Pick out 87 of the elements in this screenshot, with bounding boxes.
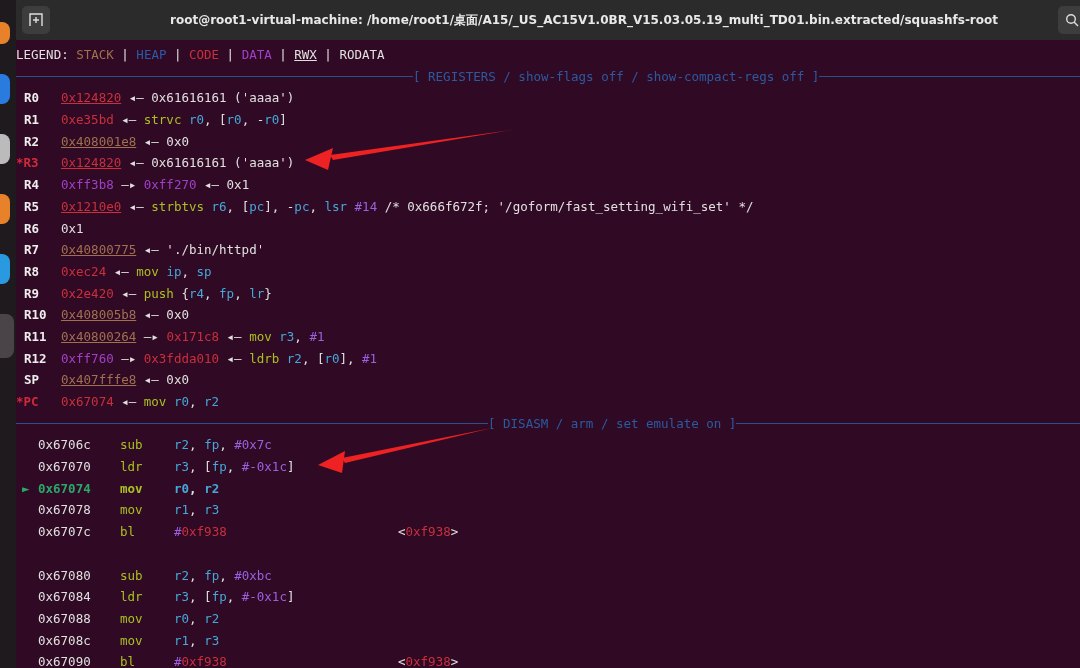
section-header: [ DISASM / arm / set emulate on ] [488, 416, 737, 432]
legend-separator: | [279, 46, 287, 64]
instruction-operands: #0xf938 [174, 653, 228, 668]
register-value: 0x40800775 ◂— './bin/httpd' [61, 241, 265, 260]
legend-item: DATA [241, 46, 272, 64]
instruction-address: 0x67078 [38, 501, 92, 520]
window-title: root@root1-virtual-machine: /home/root1/桌面/A15/_US_AC15V1.0BR_V15.03.05.19_multi_TD01.bin.extracted/squashfs-root [169, 11, 999, 29]
instruction-address: 0x67088 [38, 609, 92, 628]
register-name: R7 [23, 241, 41, 260]
register-value: 0xec24 ◂— mov ip, sp [61, 262, 212, 281]
legend-separator: | [226, 46, 235, 64]
new-tab-icon [29, 13, 43, 27]
register-name: SP [23, 371, 41, 390]
instruction-mnemonic: mov [120, 479, 144, 498]
instruction-address: 0x67074 [38, 479, 92, 498]
instruction-operands: r1, r3 [174, 501, 221, 520]
instruction-mnemonic: ldr [120, 588, 144, 607]
register-value: 0xff3b8 —▸ 0xff270 ◂— 0x1 [61, 176, 250, 195]
instruction-operands: r1, r3 [174, 631, 221, 650]
instruction-operands: r2, fp, #0xbc [174, 566, 273, 585]
register-value: 0x40800264 —▸ 0x171c8 ◂— mov r3, #1 [61, 327, 325, 346]
instruction-address: 0x67090 [38, 653, 92, 668]
instruction-address: 0x6708c [38, 631, 92, 650]
instruction-address: 0x67084 [38, 588, 92, 607]
search-button[interactable] [1058, 6, 1080, 34]
instruction-address: 0x67070 [38, 458, 92, 477]
legend-item: RODATA [339, 46, 385, 64]
instruction-address: 0x6707c [38, 523, 92, 542]
instruction-mnemonic: bl [120, 653, 137, 668]
register-value: 0x2e420 ◂— push {r4, fp, lr} [61, 284, 272, 303]
register-value: 0x1210e0 ◂— strbtvs r6, [pc], -pc, lsr #14 /* 0x666f672f; '/goform/fast_setting_wifi_set' */ [61, 197, 754, 216]
legend-item: RWX [294, 46, 317, 64]
instruction-operands: r2, fp, #0x7c [174, 436, 273, 455]
section-header: [ REGISTERS / show-flags off / show-compact-regs off ] [413, 69, 820, 85]
legend-label: LEGEND: [16, 46, 69, 64]
register-name: *R3 [16, 154, 40, 173]
dock-icon[interactable] [0, 194, 10, 224]
register-name: R11 [23, 327, 48, 346]
dock-icon[interactable] [0, 22, 10, 44]
branch-target: <0xf938> [398, 523, 459, 542]
branch-target: <0xf938> [398, 653, 459, 668]
instruction-mnemonic: mov [120, 609, 144, 628]
register-name: *PC [16, 393, 40, 411]
instruction-mnemonic: ldr [120, 458, 144, 477]
register-value: 0x67074 ◂— mov r0, r2 [61, 393, 220, 411]
search-icon [1065, 13, 1079, 27]
instruction-operands: r0, r2 [174, 479, 221, 498]
instruction-mnemonic: bl [120, 523, 137, 542]
register-name: R8 [23, 262, 41, 281]
register-value: 0x124820 ◂— 0x61616161 ('aaaa') [61, 89, 295, 108]
instruction-mnemonic: sub [120, 436, 144, 455]
instruction-address: 0x6706c [38, 436, 92, 455]
register-name: R6 [23, 219, 41, 238]
register-name: R2 [23, 132, 41, 151]
dock-icon[interactable] [0, 74, 10, 104]
legend-item: HEAP [136, 46, 167, 64]
instruction-operands: r3, [fp, #-0x1c] [174, 458, 296, 477]
register-value: 0xe35bd ◂— strvc r0, [r0, -r0] [61, 111, 287, 130]
legend-separator: | [173, 46, 182, 64]
register-name: R10 [23, 306, 48, 325]
register-value: 0x408005b8 ◂— 0x0 [61, 306, 189, 325]
register-name: R0 [23, 89, 41, 108]
legend-separator: | [121, 46, 129, 64]
dock-icon[interactable] [0, 134, 10, 164]
instruction-mnemonic: mov [120, 631, 144, 650]
legend-item: STACK [76, 46, 114, 64]
register-value: 0x124820 ◂— 0x61616161 ('aaaa') [61, 154, 295, 173]
register-name: R5 [23, 197, 41, 216]
instruction-address: 0x67080 [38, 566, 92, 585]
register-name: R4 [23, 176, 41, 195]
register-value: 0xff760 —▸ 0x3fdda010 ◂— ldrb r2, [r0], #1 [61, 349, 378, 368]
register-name: R1 [23, 111, 41, 130]
instruction-mnemonic: sub [120, 566, 144, 585]
register-value: 0x408001e8 ◂— 0x0 [61, 132, 189, 151]
register-name: R9 [23, 284, 41, 303]
instruction-mnemonic: mov [120, 501, 144, 520]
legend-separator: | [324, 46, 332, 64]
register-value: 0x407fffe8 ◂— 0x0 [61, 371, 189, 390]
dock-icon[interactable] [0, 254, 10, 284]
instruction-operands: r0, r2 [174, 609, 221, 628]
legend-item: CODE [189, 46, 220, 64]
new-tab-button[interactable] [22, 6, 50, 34]
register-value: 0x1 [61, 219, 84, 238]
current-line-marker: ► [22, 480, 30, 496]
instruction-operands: r3, [fp, #-0x1c] [174, 588, 296, 607]
instruction-operands: #0xf938 [174, 523, 228, 542]
register-name: R12 [23, 349, 48, 368]
